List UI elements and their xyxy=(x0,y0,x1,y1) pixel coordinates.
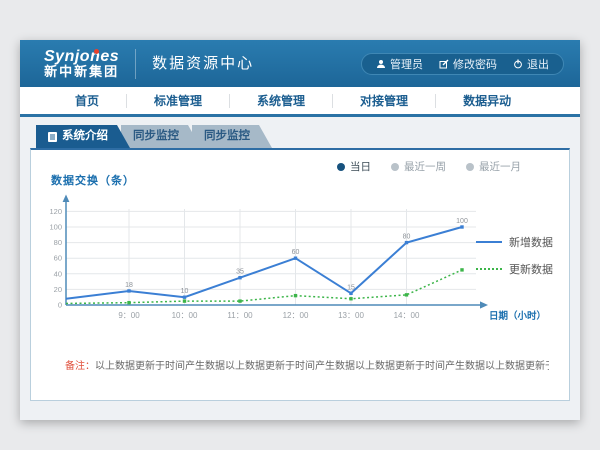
radio-last-month[interactable]: 最近一月 xyxy=(466,159,521,174)
svg-text:12：00: 12：00 xyxy=(283,311,309,320)
user-menu-admin-label: 管理员 xyxy=(390,56,423,72)
tab-sync-monitor-2-label: 同步监控 xyxy=(204,125,250,148)
brand-text: Synjones xyxy=(44,48,119,65)
legend-item-update-data[interactable]: 更新数据 xyxy=(476,261,553,277)
radio-dot-icon xyxy=(391,163,399,171)
nav-item-interface-mgmt[interactable]: 对接管理 xyxy=(333,94,436,108)
radio-today-label: 当日 xyxy=(350,159,371,174)
nav-item-system-mgmt[interactable]: 系统管理 xyxy=(230,94,333,108)
svg-text:9：00: 9：00 xyxy=(118,311,140,320)
main-nav: 首页 标准管理 系统管理 对接管理 数据异动 xyxy=(20,87,580,117)
user-menu-logout[interactable]: 退出 xyxy=(513,56,549,72)
tab-system-intro-label: 系统介绍 xyxy=(62,125,108,148)
user-menu: 管理员 修改密码 退出 xyxy=(361,53,564,75)
user-menu-admin[interactable]: 管理员 xyxy=(376,56,423,72)
svg-text:10：00: 10：00 xyxy=(172,311,198,320)
svg-text:18: 18 xyxy=(125,282,133,289)
svg-text:40: 40 xyxy=(54,269,62,278)
nav-item-standard-mgmt[interactable]: 标准管理 xyxy=(127,94,230,108)
svg-text:60: 60 xyxy=(292,249,300,256)
legend-update-data-label: 更新数据 xyxy=(509,261,553,277)
user-menu-change-password[interactable]: 修改密码 xyxy=(439,56,497,72)
svg-text:14：00: 14：00 xyxy=(394,311,420,320)
radio-dot-icon xyxy=(337,163,345,171)
user-menu-change-password-label: 修改密码 xyxy=(453,56,497,72)
tab-sync-monitor-1[interactable]: 同步监控 xyxy=(121,125,201,148)
edit-icon xyxy=(439,59,449,69)
tab-sync-monitor-2[interactable]: 同步监控 xyxy=(192,125,272,148)
tab-system-intro[interactable]: 系统介绍 xyxy=(36,125,130,148)
svg-text:15: 15 xyxy=(347,284,355,291)
svg-text:0: 0 xyxy=(58,301,62,310)
chart-y-axis-title: 数据交换（条） xyxy=(51,172,135,188)
page-title: 数据资源中心 xyxy=(135,49,254,79)
brand-name-en: Synjones xyxy=(44,48,119,66)
chart-panel: 当日 最近一周 最近一月 数据交换（条） 0 20 40 60 80 100 120 9：00… xyxy=(30,148,570,401)
time-filter: 当日 最近一周 最近一月 xyxy=(337,159,521,174)
radio-last-week[interactable]: 最近一周 xyxy=(391,159,446,174)
solid-line-swatch-icon xyxy=(476,241,502,243)
nav-item-home[interactable]: 首页 xyxy=(48,94,127,108)
svg-text:100: 100 xyxy=(49,223,62,232)
nav-item-data-change[interactable]: 数据异动 xyxy=(436,94,538,108)
svg-text:35: 35 xyxy=(236,269,244,276)
svg-text:11：00: 11：00 xyxy=(227,311,253,320)
app-window: Synjones 新中新集团 数据资源中心 管理员 修改密码 退出 首页 标准管… xyxy=(20,40,580,420)
svg-text:80: 80 xyxy=(54,238,62,247)
brand-logo: Synjones 新中新集团 xyxy=(44,48,119,80)
power-icon xyxy=(513,59,523,69)
radio-last-month-label: 最近一月 xyxy=(479,159,521,174)
svg-text:120: 120 xyxy=(49,207,62,216)
user-menu-logout-label: 退出 xyxy=(527,56,549,72)
dotted-line-swatch-icon xyxy=(476,268,502,270)
footnote: 备注：以上数据更新于时间产生数据以上数据更新于时间产生数据以上数据更新于时间产生… xyxy=(65,357,549,372)
svg-text:80: 80 xyxy=(403,234,411,241)
footnote-text: 以上数据更新于时间产生数据以上数据更新于时间产生数据以上数据更新于时间产生数据以… xyxy=(95,361,549,372)
brand-name-cn: 新中新集团 xyxy=(44,65,119,79)
footnote-prefix: 备注： xyxy=(65,361,95,372)
radio-last-week-label: 最近一周 xyxy=(404,159,446,174)
legend-new-data-label: 新增数据 xyxy=(509,234,553,250)
svg-text:10: 10 xyxy=(181,288,189,295)
tab-bar: 系统介绍 同步监控 同步监控 xyxy=(36,125,570,148)
content-area: 系统介绍 同步监控 同步监控 当日 最近一周 xyxy=(20,117,580,420)
user-icon xyxy=(376,59,386,69)
radio-today[interactable]: 当日 xyxy=(337,159,371,174)
legend-item-new-data[interactable]: 新增数据 xyxy=(476,234,553,250)
svg-text:20: 20 xyxy=(54,285,62,294)
document-icon xyxy=(48,132,57,142)
svg-text:60: 60 xyxy=(54,254,62,263)
svg-text:日期（小时）: 日期（小时） xyxy=(489,310,546,322)
radio-dot-icon xyxy=(466,163,474,171)
chart-legend: 新增数据 更新数据 xyxy=(476,234,553,277)
svg-text:100: 100 xyxy=(456,218,468,225)
app-header: Synjones 新中新集团 数据资源中心 管理员 修改密码 退出 xyxy=(20,40,580,87)
logo-red-dot xyxy=(94,49,99,54)
tab-sync-monitor-1-label: 同步监控 xyxy=(133,125,179,148)
svg-text:13：00: 13：00 xyxy=(338,311,364,320)
